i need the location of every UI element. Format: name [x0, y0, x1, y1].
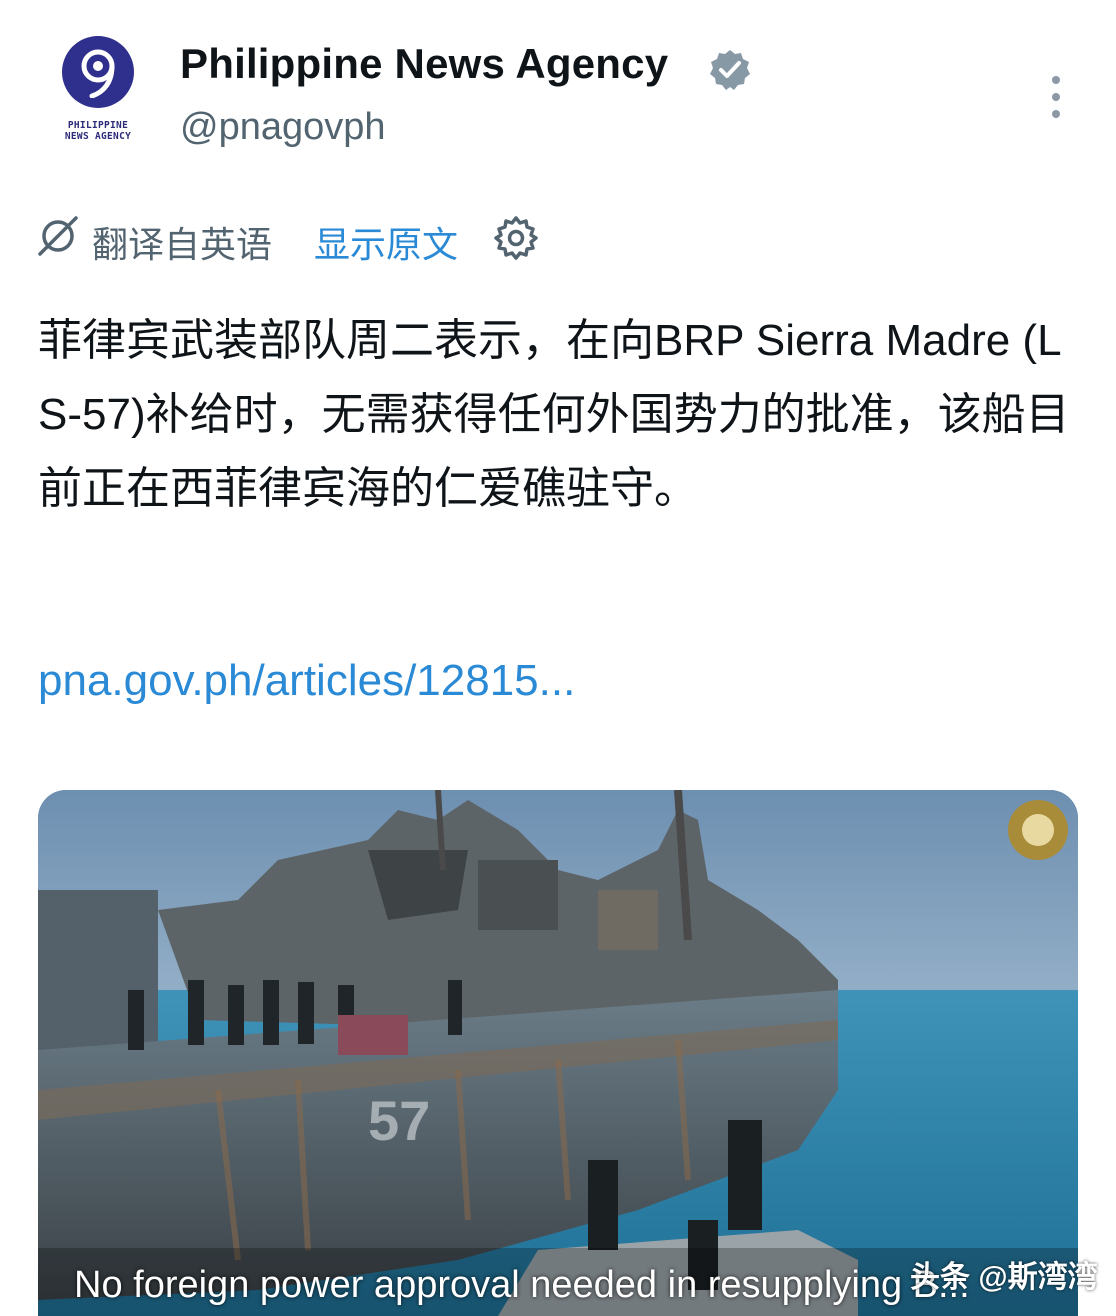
account-handle[interactable]: @pnagovph [180, 106, 386, 149]
avatar[interactable]: PHILIPPINE NEWS AGENCY [52, 36, 144, 148]
logo-text: PHILIPPINE NEWS AGENCY [52, 120, 144, 142]
pna-logo-icon [62, 36, 134, 108]
hull-number: 57 [368, 1089, 430, 1152]
pna-logo-mark [81, 49, 115, 98]
tweet-text: 菲律宾武装部队周二表示，在向BRP Sierra Madre (LS-57)补给… [38, 316, 1070, 513]
more-options-icon[interactable] [1036, 72, 1076, 122]
translation-bar: 翻译自英语 显示原文 [36, 210, 736, 274]
tweet-header: PHILIPPINE NEWS AGENCY Philippine News A… [0, 0, 1116, 180]
translated-from-label: 翻译自英语 [92, 224, 273, 265]
show-original-link[interactable]: 显示原文 [314, 216, 458, 268]
logo-text-line-2: NEWS AGENCY [64, 131, 132, 142]
source-watermark: 头条 @斯湾湾 [910, 1261, 1098, 1294]
verified-badge-icon [710, 50, 750, 90]
gear-icon[interactable] [492, 214, 540, 262]
article-link[interactable]: pna.gov.ph/articles/12815... [38, 656, 575, 706]
logo-text-line-1: PHILIPPINE [67, 120, 129, 131]
account-name[interactable]: Philippine News Agency [180, 40, 668, 88]
translate-icon [38, 216, 78, 256]
video-thumbnail[interactable]: 57 No foreign power approval needed in r… [38, 790, 1078, 1316]
ship-photo: 57 [38, 790, 1078, 1316]
video-caption: No foreign power approval needed in resu… [74, 1264, 970, 1306]
